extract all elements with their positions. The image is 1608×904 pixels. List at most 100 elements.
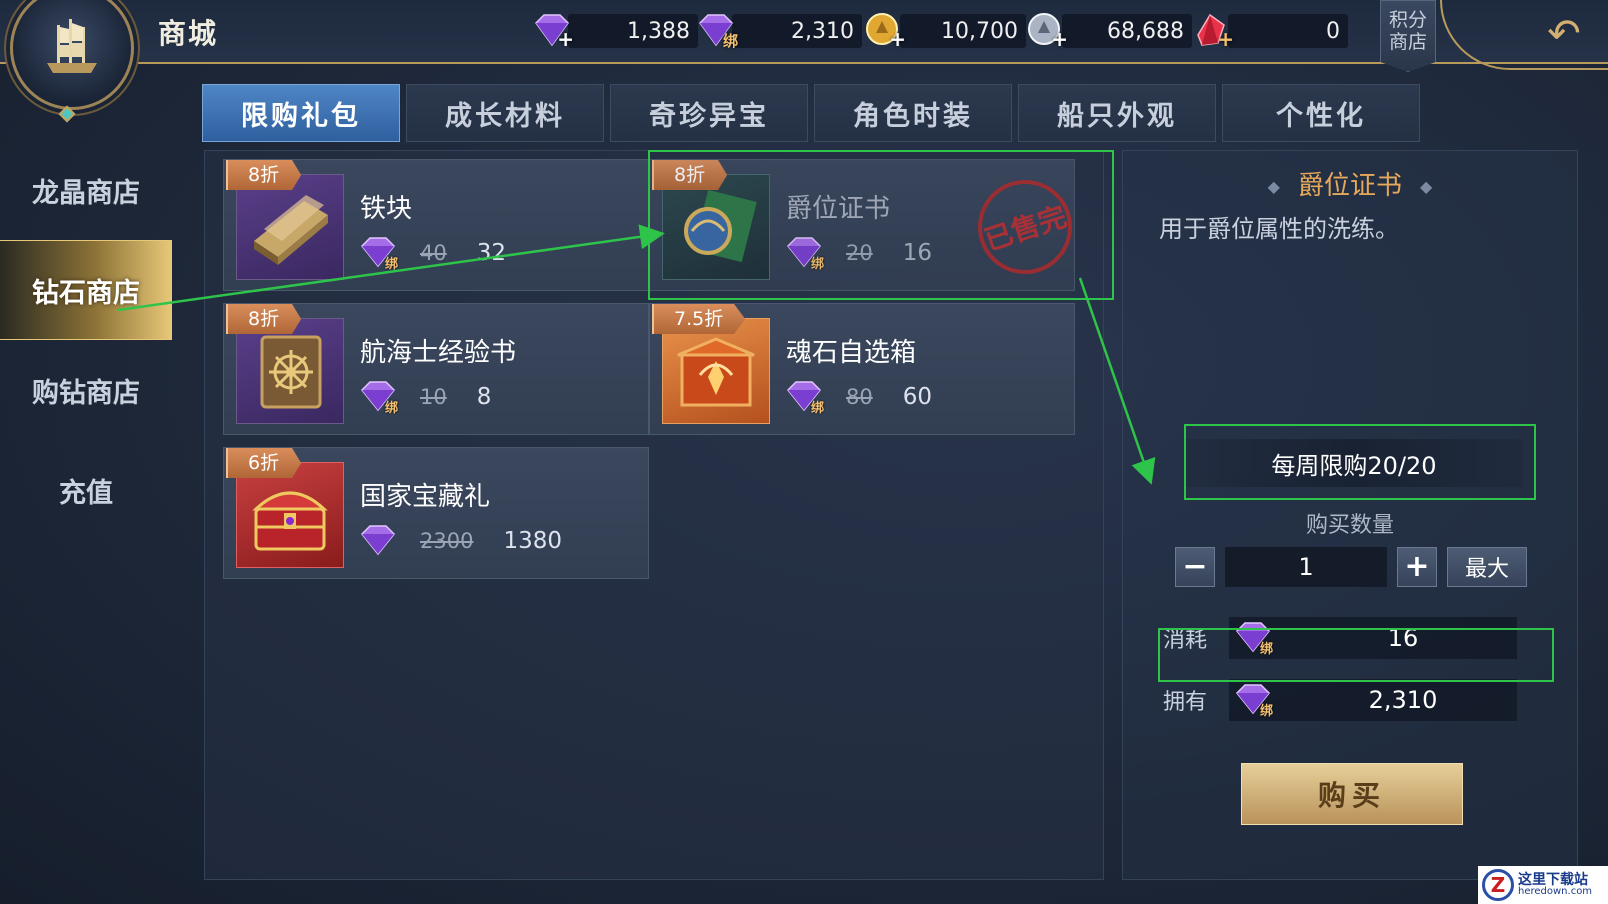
original-price: 40 [420, 241, 447, 265]
site-watermark: Z 这里下载站 heredown.com [1478, 866, 1608, 904]
bound-gem-icon: 绑 [358, 380, 398, 416]
minus-button[interactable]: − [1175, 547, 1215, 587]
max-button[interactable]: 最大 [1447, 547, 1527, 587]
bound-gem-icon: 绑 [784, 380, 824, 416]
item-detail-panel: ◆爵位证书◆ 用于爵位属性的洗练。 每周限购20/20 购买数量 − + 最大 … [1122, 150, 1578, 880]
owned-value: 2,310 [1368, 686, 1438, 714]
shop-sidebar: 龙晶商店 钻石商店 购钻商店 充值 [0, 140, 172, 540]
discount-price: 16 [902, 240, 933, 266]
cost-value-box: 绑 16 [1229, 617, 1517, 659]
weekly-limit: 每周限购20/20 [1185, 439, 1523, 487]
item-card-navigator-exp-book[interactable]: 8折 航海士经验书 绑 10 8 [223, 303, 649, 435]
red-crystal-icon: + [1190, 11, 1234, 51]
currency-amount: 10,700 [900, 14, 1026, 48]
cost-value: 16 [1387, 624, 1419, 652]
currency-amount: 0 [1228, 14, 1348, 48]
back-arrow-icon[interactable]: ↶ [1540, 14, 1588, 54]
price-line: 绑 80 60 [784, 380, 933, 416]
currency-amount: 1,388 [568, 14, 698, 48]
discount-price: 60 [902, 384, 933, 410]
price-line: 绑 20 16 [784, 236, 933, 272]
watermark-logo: Z [1482, 869, 1514, 901]
price-line: 绑 10 8 [358, 380, 492, 416]
sidebar-item-buy-diamond-shop[interactable]: 购钻商店 [0, 340, 172, 440]
quantity-stepper: − + 最大 [1175, 547, 1527, 587]
watermark-url: heredown.com [1518, 886, 1593, 897]
gold-coin-icon: + [862, 11, 906, 51]
item-card-national-treasure[interactable]: 6折 国家宝藏礼 2300 1380 [223, 447, 649, 579]
currency-silver[interactable]: + 68,688 [1024, 11, 1192, 51]
points-shop-button[interactable]: 积分 商店 [1380, 0, 1436, 72]
price-line: 2300 1380 [358, 524, 562, 558]
category-tabs: 限购礼包 成长材料 奇珍异宝 角色时装 船只外观 个性化 [202, 84, 1420, 142]
tab-ship-appearance[interactable]: 船只外观 [1018, 84, 1216, 142]
bound-gem-icon: 绑 [1233, 683, 1273, 719]
owned-value-box: 绑 2,310 [1229, 679, 1517, 721]
currency-red-crystal[interactable]: + 0 [1190, 11, 1348, 51]
page-title: 商城 [158, 17, 219, 50]
discount-price: 8 [476, 384, 492, 410]
sidebar-item-label: 充值 [59, 477, 113, 509]
currency-amount: 68,688 [1062, 14, 1192, 48]
diamond-ornament-icon: ◆ [1267, 177, 1280, 196]
sailing-ship-icon [47, 19, 97, 73]
bound-gem-icon: 绑 [784, 236, 824, 272]
gem-icon [358, 524, 398, 558]
quantity-input[interactable] [1225, 547, 1387, 587]
tab-personalization[interactable]: 个性化 [1222, 84, 1420, 142]
cost-label: 消耗 [1163, 628, 1208, 653]
discount-badge: 8折 [652, 160, 728, 190]
price-line: 绑 40 32 [358, 236, 507, 272]
original-price: 10 [420, 385, 447, 409]
item-name: 铁块 [360, 194, 413, 224]
sidebar-item-label: 龙晶商店 [32, 177, 140, 209]
tab-treasures[interactable]: 奇珍异宝 [610, 84, 808, 142]
discount-price: 1380 [503, 528, 562, 554]
item-card-title-certificate[interactable]: 8折 爵位证书 绑 20 16 已售完 [649, 159, 1085, 291]
item-grid-panel: 8折 铁块 绑 40 32 8折 爵位证书 绑 20 16 已售完 8折 航海士… [204, 150, 1104, 880]
detail-description: 用于爵位属性的洗练。 [1159, 215, 1399, 243]
currency-gold[interactable]: + 10,700 [862, 11, 1026, 51]
original-price: 2300 [420, 529, 474, 553]
cost-row: 消耗 绑 16 [1163, 617, 1517, 659]
gem-icon: + [530, 11, 574, 51]
discount-badge: 8折 [226, 160, 302, 190]
detail-title-text: 爵位证书 [1297, 171, 1402, 201]
item-card-iron-block[interactable]: 8折 铁块 绑 40 32 [223, 159, 649, 291]
silver-coin-icon: + [1024, 11, 1068, 51]
discount-price: 32 [476, 240, 507, 266]
sidebar-item-label: 钻石商店 [32, 277, 140, 309]
currency-bound-gem[interactable]: 绑 2,310 [694, 11, 862, 51]
points-shop-label: 积分 商店 [1388, 9, 1427, 53]
discount-badge: 7.5折 [652, 304, 746, 334]
tab-character-fashion[interactable]: 角色时装 [814, 84, 1012, 142]
item-name: 航海士经验书 [360, 338, 517, 368]
owned-row: 拥有 绑 2,310 [1163, 679, 1517, 721]
original-price: 80 [846, 385, 873, 409]
plus-button[interactable]: + [1397, 547, 1437, 587]
item-name: 爵位证书 [786, 194, 891, 224]
owned-label: 拥有 [1163, 690, 1208, 715]
sidebar-item-diamond-shop[interactable]: 钻石商店 [0, 240, 172, 340]
bound-gem-icon: 绑 [1233, 621, 1273, 657]
item-name: 魂石自选箱 [786, 338, 917, 368]
currency-amount: 2,310 [732, 14, 862, 48]
currency-gem[interactable]: + 1,388 [530, 11, 698, 51]
watermark-title: 这里下载站 [1518, 872, 1588, 888]
original-price: 20 [846, 241, 873, 265]
item-card-soulstone-box[interactable]: 7.5折 魂石自选箱 绑 80 60 [649, 303, 1075, 435]
sold-out-stamp: 已售完 [965, 167, 1085, 287]
tab-limited-packs[interactable]: 限购礼包 [202, 84, 400, 142]
bound-gem-icon: 绑 [358, 236, 398, 272]
buy-button[interactable]: 购买 [1241, 763, 1463, 825]
tab-growth-materials[interactable]: 成长材料 [406, 84, 604, 142]
bound-gem-icon: 绑 [694, 11, 738, 51]
sidebar-item-label: 购钻商店 [32, 377, 140, 409]
discount-badge: 8折 [226, 304, 302, 334]
sidebar-item-dragon-crystal-shop[interactable]: 龙晶商店 [0, 140, 172, 240]
item-name: 国家宝藏礼 [360, 482, 491, 512]
diamond-ornament-icon: ◆ [1420, 177, 1433, 196]
discount-badge: 6折 [226, 448, 302, 478]
sidebar-item-recharge[interactable]: 充值 [0, 440, 172, 540]
quantity-label: 购买数量 [1305, 513, 1394, 538]
